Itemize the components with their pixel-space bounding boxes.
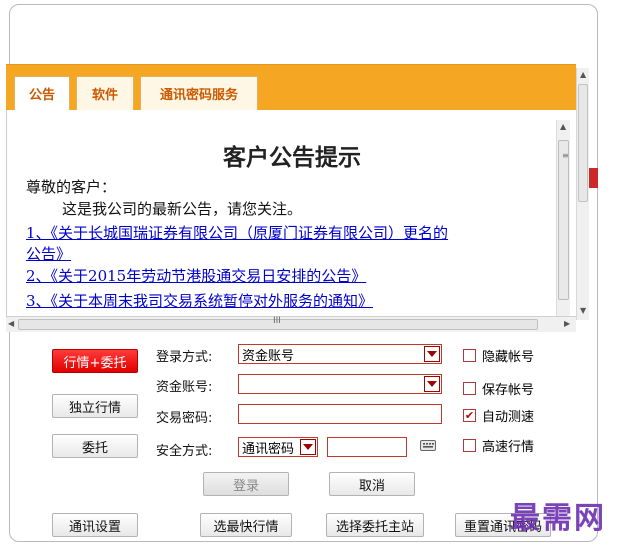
scroll-right-arrow-icon[interactable]: ▶ — [564, 319, 570, 328]
keyboard-icon[interactable] — [420, 438, 436, 452]
auto-speed-test-label: 自动测速 — [482, 410, 535, 425]
announcement-panel: 客户公告提示 尊敬的客户： 这是我公司的最新公告，请您关注。 1、《关于长城国瑞… — [6, 110, 576, 320]
password-label: 交易密码: — [156, 411, 213, 426]
side-accent-strip — [589, 168, 598, 188]
tab-software[interactable]: 软件 — [76, 76, 134, 110]
scroll-up-arrow-icon[interactable]: ▲ — [560, 122, 566, 131]
login-button[interactable]: 登录 — [203, 472, 289, 496]
watermark-logo: 最需网 — [510, 501, 606, 536]
login-method-value: 资金账号 — [242, 348, 295, 364]
announcement-link-1-cont[interactable]: 公告》 — [26, 243, 71, 264]
security-method-label: 安全方式: — [156, 444, 213, 459]
password-field[interactable] — [238, 404, 442, 424]
announcement-link-1[interactable]: 1、《关于长城国瑞证券有限公司（原厦门证券有限公司）更名的 — [26, 222, 448, 243]
announcement-greeting: 尊敬的客户： — [26, 178, 117, 196]
fastest-quote-button[interactable]: 选最快行情 — [200, 513, 292, 537]
checkbox-box[interactable] — [463, 382, 476, 395]
login-method-select[interactable]: 资金账号 — [238, 344, 442, 364]
hide-account-checkbox[interactable]: 隐藏帐号 — [463, 346, 534, 365]
save-account-checkbox[interactable]: 保存帐号 — [463, 379, 534, 398]
tab-bar: 公告 软件 通讯密码服务 — [6, 64, 576, 110]
announcement-scrollbar-thumb[interactable]: ≡ — [558, 140, 569, 300]
tab-comm-password-service[interactable]: 通讯密码服务 — [140, 76, 258, 110]
chevron-down-icon[interactable] — [300, 439, 316, 455]
chevron-down-icon[interactable] — [424, 376, 440, 392]
fast-quote-checkbox[interactable]: 高速行情 — [463, 436, 534, 455]
announcement-intro: 这是我公司的最新公告，请您关注。 — [62, 200, 303, 218]
tab-announcement[interactable]: 公告 — [14, 76, 70, 110]
quote-and-trade-button[interactable]: 行情+委托 — [52, 349, 138, 373]
fast-quote-label: 高速行情 — [482, 440, 535, 455]
hide-account-label: 隐藏帐号 — [482, 350, 535, 365]
announcement-link-2[interactable]: 2、《关于2015年劳动节港股通交易日安排的公告》 — [26, 265, 366, 286]
account-select[interactable] — [238, 374, 442, 394]
account-label: 资金账号: — [156, 380, 213, 395]
announcement-hscrollbar[interactable]: ◀ III ▶ — [6, 316, 576, 332]
checkbox-box[interactable] — [463, 349, 476, 362]
chevron-down-icon[interactable] — [424, 346, 440, 362]
checkmark-icon[interactable]: ✔ — [463, 409, 476, 422]
security-code-field[interactable] — [327, 437, 407, 457]
scrollbar-thumb[interactable] — [578, 84, 588, 202]
announcement-link-3[interactable]: 3、《关于本周末我司交易系统暂停对外服务的通知》 — [26, 290, 373, 311]
window-scrollbar[interactable]: ▲ ▼ — [576, 68, 589, 320]
comm-settings-button[interactable]: 通讯设置 — [52, 513, 138, 537]
grip-label: III — [273, 316, 281, 326]
scroll-down-arrow-icon[interactable]: ▼ — [580, 306, 586, 315]
save-account-label: 保存帐号 — [482, 383, 535, 398]
login-method-label: 登录方式: — [156, 350, 213, 365]
security-method-value: 通讯密码 — [242, 441, 295, 457]
grip-icon: ≡ — [562, 151, 569, 160]
cancel-button[interactable]: 取消 — [329, 472, 415, 496]
announcement-scrollbar[interactable]: ▲ ≡ — [556, 120, 570, 316]
select-trade-host-button[interactable]: 选择委托主站 — [326, 513, 424, 537]
scroll-up-arrow-icon[interactable]: ▲ — [580, 70, 586, 79]
trade-button[interactable]: 委托 — [52, 434, 138, 458]
scroll-left-arrow-icon[interactable]: ◀ — [8, 319, 14, 328]
security-method-select[interactable]: 通讯密码 — [238, 437, 318, 457]
auto-speed-test-checkbox[interactable]: ✔ 自动测速 — [463, 406, 534, 425]
standalone-quote-button[interactable]: 独立行情 — [52, 394, 138, 418]
checkbox-box[interactable] — [463, 439, 476, 452]
announcement-title: 客户公告提示 — [223, 144, 361, 171]
